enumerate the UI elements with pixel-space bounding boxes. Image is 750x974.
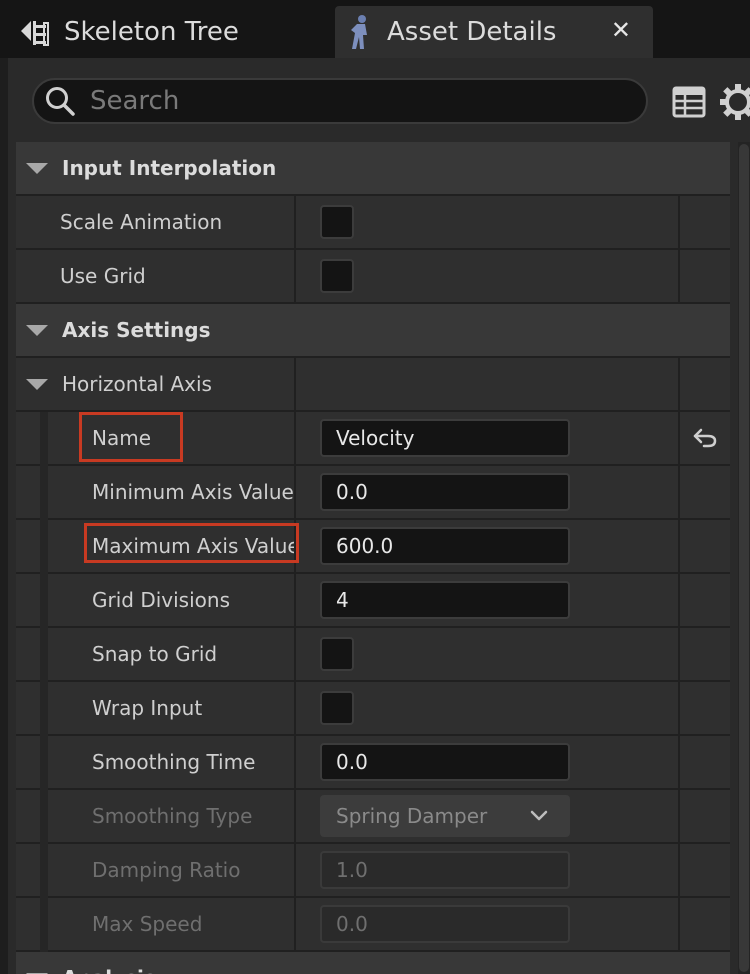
reset-cell xyxy=(678,466,730,518)
dropdown-value: Spring Damper xyxy=(336,804,488,828)
reset-cell xyxy=(678,682,730,734)
property-label: Damping Ratio xyxy=(92,858,241,882)
search-row xyxy=(8,58,750,142)
reset-cell xyxy=(678,736,730,788)
tab-skeleton-tree[interactable]: Skeleton Tree xyxy=(0,6,330,58)
min-axis-value-field[interactable] xyxy=(320,473,570,511)
table-view-icon[interactable] xyxy=(672,86,708,118)
expand-arrow-icon[interactable] xyxy=(26,324,48,336)
search-icon xyxy=(46,87,75,116)
reset-cell xyxy=(678,520,730,572)
reset-cell xyxy=(678,790,730,842)
name-field[interactable] xyxy=(320,419,570,457)
property-list: Input Interpolation Scale Animation Use … xyxy=(16,142,730,974)
snap-to-grid-checkbox[interactable] xyxy=(320,637,354,671)
wrap-input-checkbox[interactable] xyxy=(320,691,354,725)
smoothing-time-field[interactable] xyxy=(320,743,570,781)
reset-cell xyxy=(678,574,730,626)
category-label: Axis Settings xyxy=(62,318,211,342)
tab-asset-details[interactable]: Asset Details ✕ xyxy=(335,6,653,58)
reset-cell xyxy=(678,412,730,464)
gear-icon[interactable] xyxy=(718,82,750,122)
reset-cell xyxy=(678,844,730,896)
scrollbar-thumb[interactable] xyxy=(739,144,749,972)
character-icon xyxy=(343,10,377,54)
category-axis-settings[interactable]: Axis Settings xyxy=(16,304,730,358)
property-row-grid-divisions: Grid Divisions xyxy=(16,574,730,628)
expand-arrow-icon[interactable] xyxy=(26,162,48,174)
details-panel: Input Interpolation Scale Animation Use … xyxy=(8,58,750,974)
property-row-min-axis-value: Minimum Axis Value xyxy=(16,466,730,520)
expand-arrow-icon[interactable] xyxy=(26,378,48,390)
property-label: Smoothing Type xyxy=(92,804,253,828)
property-row-damping-ratio: Damping Ratio xyxy=(16,844,730,898)
property-row-max-axis-value: Maximum Axis Value xyxy=(16,520,730,574)
smoothing-type-dropdown[interactable]: Spring Damper xyxy=(320,795,570,837)
property-label: Use Grid xyxy=(60,264,146,288)
category-label: Analysis xyxy=(62,966,156,974)
group-label: Horizontal Axis xyxy=(62,372,212,396)
property-label: Smoothing Time xyxy=(92,750,256,774)
property-row-max-speed: Max Speed xyxy=(16,898,730,952)
category-input-interpolation[interactable]: Input Interpolation xyxy=(16,142,730,196)
tab-label: Skeleton Tree xyxy=(64,17,239,47)
property-label: Name xyxy=(92,426,152,450)
tab-bar: Skeleton Tree Asset Details ✕ xyxy=(0,0,750,58)
reset-cell xyxy=(678,628,730,680)
property-label: Max Speed xyxy=(92,912,203,936)
category-analysis[interactable]: Analysis xyxy=(16,952,730,974)
reset-cell xyxy=(678,196,730,248)
skeleton-tree-icon xyxy=(14,10,54,54)
scale-animation-checkbox[interactable] xyxy=(320,205,354,239)
max-axis-value-field[interactable] xyxy=(320,527,570,565)
property-row-wrap-input: Wrap Input xyxy=(16,682,730,736)
property-row-name: Name xyxy=(16,412,730,466)
grid-divisions-field[interactable] xyxy=(320,581,570,619)
chevron-down-icon xyxy=(530,810,548,821)
property-row-scale-animation: Scale Animation xyxy=(16,196,730,250)
group-horizontal-axis[interactable]: Horizontal Axis xyxy=(16,358,730,412)
property-label: Maximum Axis Value xyxy=(92,534,300,558)
use-grid-checkbox[interactable] xyxy=(320,259,354,293)
tab-label: Asset Details xyxy=(387,17,557,47)
property-row-snap-to-grid: Snap to Grid xyxy=(16,628,730,682)
property-row-use-grid: Use Grid xyxy=(16,250,730,304)
reset-cell xyxy=(678,898,730,950)
damping-ratio-field[interactable] xyxy=(320,851,570,889)
reset-cell xyxy=(678,358,730,410)
panel-edge xyxy=(0,58,8,974)
search-input[interactable] xyxy=(90,86,610,116)
reset-to-default-icon[interactable] xyxy=(692,427,718,449)
property-row-smoothing-type: Smoothing Type Spring Damper xyxy=(16,790,730,844)
reset-cell xyxy=(678,250,730,302)
property-row-smoothing-time: Smoothing Time xyxy=(16,736,730,790)
property-label: Minimum Axis Value xyxy=(92,480,294,504)
property-label: Scale Animation xyxy=(60,210,223,234)
category-label: Input Interpolation xyxy=(62,156,277,180)
property-label: Wrap Input xyxy=(92,696,203,720)
property-label: Snap to Grid xyxy=(92,642,218,666)
property-label: Grid Divisions xyxy=(92,588,230,612)
close-icon[interactable]: ✕ xyxy=(611,16,631,44)
max-speed-field[interactable] xyxy=(320,905,570,943)
search-box[interactable] xyxy=(32,78,648,124)
